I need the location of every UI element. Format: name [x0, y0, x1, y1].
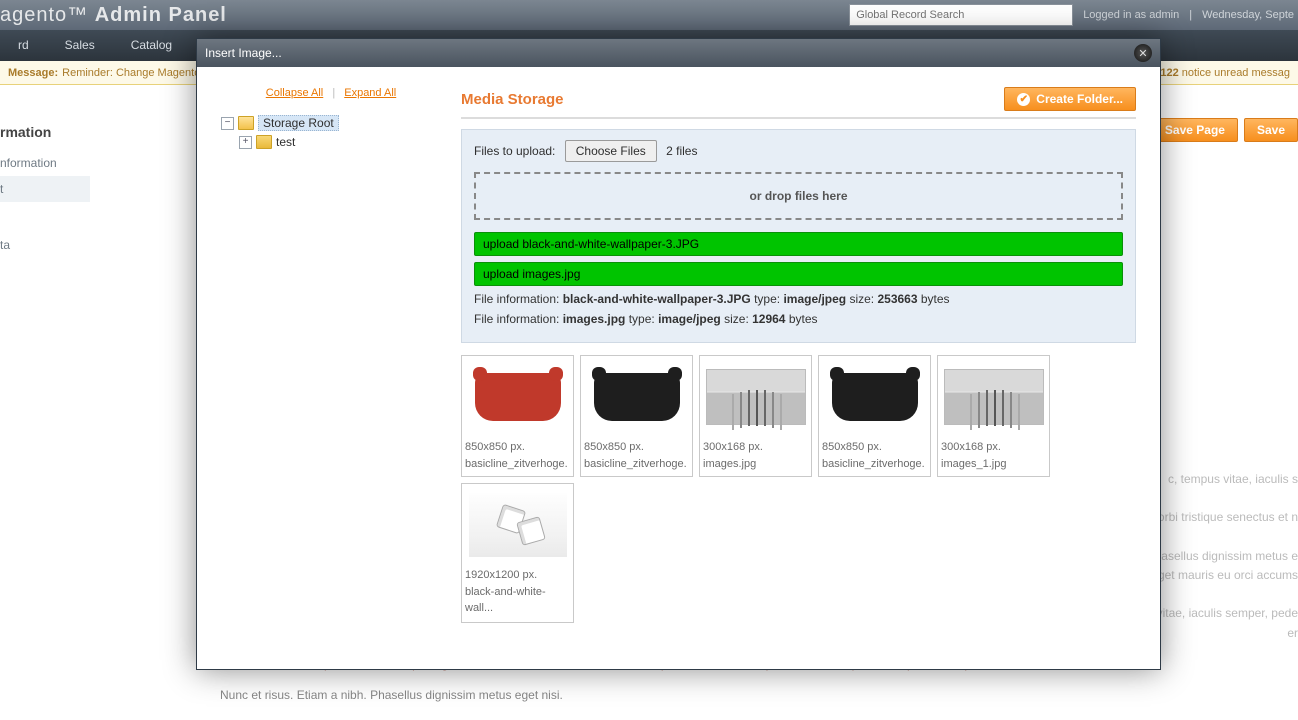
bg-page-actions: Save Page Save [1152, 118, 1298, 142]
file-info-size: 12964 [752, 312, 785, 326]
file-info-prefix: File information: [474, 292, 563, 306]
file-info-bytes: bytes [918, 292, 950, 306]
thumbnail-image [465, 489, 570, 561]
file-info-type-label: type: [625, 312, 658, 326]
drop-zone[interactable]: or drop files here [474, 172, 1123, 220]
logged-in-label: Logged in as admin [1083, 9, 1179, 21]
thumbnail-filename: images_1.jpg [941, 456, 1046, 473]
thumbnail-item[interactable]: 1920x1200 px.black-and-white-wall... [461, 483, 574, 623]
modal-title: Insert Image... [205, 46, 1134, 60]
file-info-type: image/jpeg [783, 292, 846, 306]
save-page-button[interactable]: Save Page [1152, 118, 1238, 142]
thumbnail-item[interactable]: 850x850 px.basicline_zitverhoge. [461, 355, 574, 477]
tree-action-sep: | [332, 87, 335, 99]
side-item[interactable]: nformation [0, 150, 90, 176]
create-folder-label: Create Folder... [1036, 92, 1123, 106]
check-circle-icon: ✔ [1017, 93, 1030, 106]
message-label: Message: [8, 67, 58, 79]
file-info-bytes: bytes [785, 312, 817, 326]
thumbnail-item[interactable]: 300x168 px.images.jpg [699, 355, 812, 477]
brand-part1: agento [0, 4, 67, 26]
unread-count: 122 [1160, 67, 1178, 79]
nav-catalog[interactable]: Catalog [113, 30, 190, 61]
tree-node-label: Storage Root [258, 115, 339, 131]
minus-icon[interactable]: − [221, 117, 234, 130]
insert-image-modal: Insert Image... ✕ Collapse All | Expand … [196, 38, 1161, 670]
folder-closed-icon [256, 135, 272, 149]
date-label: Wednesday, Septe [1202, 9, 1294, 21]
message-text: Reminder: Change Magento [62, 67, 200, 79]
expand-all-link[interactable]: Expand All [344, 87, 396, 99]
nav-dashboard[interactable]: rd [0, 30, 47, 61]
file-info-size: 253663 [877, 292, 917, 306]
thumbnail-item[interactable]: 850x850 px.basicline_zitverhoge. [580, 355, 693, 477]
thumbnail-image [941, 361, 1046, 433]
file-info-name: black-and-white-wallpaper-3.JPG [563, 292, 751, 306]
file-info-prefix: File information: [474, 312, 563, 326]
close-icon[interactable]: ✕ [1134, 44, 1152, 62]
bg-text-line: Nunc et risus. Etiam a nibh. Phasellus d… [220, 686, 1298, 705]
upload-panel: Files to upload: Choose Files 2 files or… [461, 129, 1136, 343]
file-info-row: File information: images.jpg type: image… [474, 312, 1123, 326]
top-divider: | [1189, 9, 1192, 21]
files-to-upload-label: Files to upload: [474, 144, 555, 158]
brand-part2: Admin Panel [95, 4, 227, 26]
nav-sales[interactable]: Sales [47, 30, 113, 61]
thumbnail-dim: 300x168 px. [941, 439, 1046, 456]
file-info-size-label: size: [721, 312, 752, 326]
unread-suffix: notice unread messag [1182, 67, 1290, 79]
drop-zone-label: or drop files here [749, 189, 847, 203]
thumbnail-grid: 850x850 px.basicline_zitverhoge.850x850 … [461, 355, 1136, 623]
tree-child-node[interactable]: + test [239, 133, 441, 151]
side-item[interactable]: t [0, 176, 90, 202]
thumbnail-filename: basicline_zitverhoge. [465, 456, 570, 473]
media-storage-heading: Media Storage [461, 91, 564, 108]
thumbnail-item[interactable]: 850x850 px.basicline_zitverhoge. [818, 355, 931, 477]
thumbnail-dim: 300x168 px. [703, 439, 808, 456]
thumbnail-dim: 850x850 px. [822, 439, 927, 456]
side-heading: rmation [0, 124, 90, 140]
file-info-name: images.jpg [563, 312, 626, 326]
thumbnail-image [584, 361, 689, 433]
folder-open-icon [238, 116, 254, 130]
collapse-all-link[interactable]: Collapse All [266, 87, 323, 99]
admin-top-bar: agento™ Admin Panel Logged in as admin |… [0, 0, 1298, 30]
folder-tree-column: Collapse All | Expand All − Storage Root… [221, 87, 441, 623]
file-info-type: image/jpeg [658, 312, 721, 326]
brand-logo: agento™ Admin Panel [0, 0, 227, 27]
thumbnail-dim: 850x850 px. [584, 439, 689, 456]
media-main-column: Media Storage ✔ Create Folder... Files t… [461, 87, 1136, 623]
file-count-label: 2 files [666, 144, 697, 158]
tree-root-node[interactable]: − Storage Root [221, 113, 441, 133]
modal-body: Collapse All | Expand All − Storage Root… [197, 67, 1160, 669]
bg-side-panel: rmation nformation t ta [0, 120, 90, 270]
thumbnail-image [465, 361, 570, 433]
side-item[interactable]: ta [0, 232, 90, 258]
divider [461, 117, 1136, 119]
thumbnail-filename: basicline_zitverhoge. [822, 456, 927, 473]
thumbnail-image [822, 361, 927, 433]
file-info-type-label: type: [751, 292, 784, 306]
create-folder-button[interactable]: ✔ Create Folder... [1004, 87, 1136, 111]
thumbnail-filename: images.jpg [703, 456, 808, 473]
file-info-size-label: size: [846, 292, 877, 306]
global-search-input[interactable] [849, 4, 1073, 26]
thumbnail-dim: 850x850 px. [465, 439, 570, 456]
upload-progress-row: upload images.jpg [474, 262, 1123, 286]
thumbnail-filename: black-and-white-wall... [465, 584, 570, 617]
upload-progress-row: upload black-and-white-wallpaper-3.JPG [474, 232, 1123, 256]
message-right: 122 notice unread messag [1160, 67, 1290, 79]
file-info-row: File information: black-and-white-wallpa… [474, 292, 1123, 306]
plus-icon[interactable]: + [239, 136, 252, 149]
tree-node-label: test [276, 135, 295, 149]
modal-titlebar[interactable]: Insert Image... ✕ [197, 39, 1160, 67]
thumbnail-item[interactable]: 300x168 px.images_1.jpg [937, 355, 1050, 477]
save-button[interactable]: Save [1244, 118, 1298, 142]
thumbnail-image [703, 361, 808, 433]
choose-files-button[interactable]: Choose Files [565, 140, 657, 162]
thumbnail-dim: 1920x1200 px. [465, 567, 570, 584]
thumbnail-filename: basicline_zitverhoge. [584, 456, 689, 473]
